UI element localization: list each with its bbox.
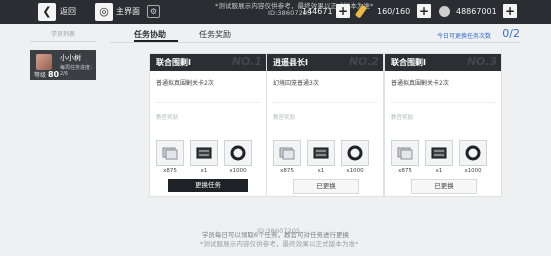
reward-list: x875 x1 x1000 bbox=[154, 140, 262, 174]
task-description: 普通拟真围剿关卡2次 bbox=[391, 80, 449, 87]
reward-quantity: x1000 bbox=[346, 168, 364, 174]
student-avatar bbox=[36, 54, 52, 70]
reward-item[interactable]: x1000 bbox=[341, 140, 369, 174]
task-title: 联合围剿Ⅰ bbox=[156, 58, 191, 67]
top-bar: ❮ 返回 ◎ 主界面 ⚙ *测试服展示内容仅供参考，最终效果以正式版本为准* I… bbox=[0, 0, 551, 24]
add-stamina-button[interactable]: + bbox=[417, 4, 431, 18]
chip-icon bbox=[431, 147, 447, 159]
ring-icon bbox=[347, 145, 363, 161]
task-number-badge: NO.2 bbox=[348, 55, 379, 68]
reward-label: 教官奖励 bbox=[391, 115, 414, 121]
manual-icon bbox=[397, 147, 413, 160]
card-header: 逍遥县长Ⅰ NO.2 bbox=[267, 54, 383, 71]
card-header: 联合围剿Ⅰ NO.3 bbox=[385, 54, 501, 71]
gold-value: 144671 bbox=[302, 7, 333, 16]
changed-status-button: 已更换 bbox=[293, 179, 359, 194]
manual-icon bbox=[279, 147, 295, 160]
refresh-count: 0/2 bbox=[502, 27, 520, 40]
sidebar-title: 学员列表 bbox=[30, 29, 96, 42]
task-title: 逍遥县长Ⅰ bbox=[273, 58, 308, 67]
reward-list: x875 x1 x1000 bbox=[389, 140, 497, 174]
reward-list: x875 x1 x1000 bbox=[271, 140, 379, 174]
tabs-divider bbox=[110, 42, 521, 43]
student-sidebar: 学员列表 小小树 每周任务进度：2/6 等级 80 bbox=[30, 26, 96, 251]
student-progress: 每周任务进度：2/6 bbox=[60, 65, 96, 77]
chip-icon bbox=[196, 147, 212, 159]
reward-item[interactable]: x1 bbox=[190, 140, 218, 174]
task-number-badge: NO.1 bbox=[231, 55, 262, 68]
footer-watermark: *测试服展示内容仅供参考，最终效果以正式版本为准* bbox=[200, 240, 359, 248]
reward-item[interactable]: x1 bbox=[425, 140, 453, 174]
student-name: 小小树 bbox=[60, 54, 81, 62]
student-card[interactable]: 小小树 每周任务进度：2/6 等级 80 bbox=[30, 50, 96, 80]
reward-item[interactable]: x1000 bbox=[224, 140, 252, 174]
task-card: 逍遥县长Ⅰ NO.2 幻境囚笼普通3次 教官奖励 x875 x1 x1000 已… bbox=[266, 53, 384, 197]
task-card: 联合围剿Ⅰ NO.3 普通拟真围剿关卡2次 教官奖励 x875 x1 x1000… bbox=[384, 53, 502, 197]
manual-icon bbox=[162, 147, 178, 160]
ring-icon bbox=[230, 145, 246, 161]
changed-status-button: 已更换 bbox=[411, 179, 477, 194]
reward-quantity: x1000 bbox=[464, 168, 482, 174]
currency-coin-icon bbox=[439, 6, 450, 17]
reward-item[interactable]: x875 bbox=[391, 140, 419, 174]
chip-icon bbox=[313, 147, 329, 159]
ring-icon bbox=[465, 145, 481, 161]
back-arrow-icon[interactable]: ❮ bbox=[38, 3, 56, 21]
reward-quantity: x875 bbox=[398, 168, 412, 174]
stamina-value: 160/160 bbox=[377, 7, 411, 16]
add-gold-button[interactable]: + bbox=[336, 4, 350, 18]
reward-quantity: x1 bbox=[435, 168, 443, 174]
reward-item[interactable]: x1000 bbox=[459, 140, 487, 174]
change-task-button[interactable]: 更换任务 bbox=[168, 179, 248, 192]
divider bbox=[391, 102, 495, 103]
reward-label: 教官奖励 bbox=[273, 115, 296, 121]
level-prefix: 等级 bbox=[34, 72, 47, 79]
reward-label: 教官奖励 bbox=[156, 115, 179, 121]
divider bbox=[273, 102, 377, 103]
footer-user-id: ID:38607205 bbox=[257, 227, 301, 235]
tab-task-assist[interactable]: 任务协助 bbox=[134, 29, 166, 40]
reward-item[interactable]: x875 bbox=[273, 140, 301, 174]
reward-quantity: x875 bbox=[280, 168, 294, 174]
reward-quantity: x1 bbox=[317, 168, 325, 174]
task-description: 普通拟真围剿关卡2次 bbox=[156, 80, 214, 87]
home-label[interactable]: 主界面 bbox=[116, 5, 140, 19]
task-card: 联合围剿Ⅰ NO.1 普通拟真围剿关卡2次 教官奖励 x875 x1 x1000… bbox=[149, 53, 267, 197]
student-level: 等级 80 bbox=[34, 70, 59, 79]
reward-quantity: x1000 bbox=[229, 168, 247, 174]
currency-value: 48867001 bbox=[456, 7, 497, 16]
reward-item[interactable]: x1 bbox=[307, 140, 335, 174]
tab-task-reward[interactable]: 任务奖励 bbox=[199, 29, 231, 40]
reward-quantity: x1 bbox=[200, 168, 208, 174]
reward-item[interactable]: x875 bbox=[156, 140, 184, 174]
level-value: 80 bbox=[47, 70, 60, 79]
add-currency-button[interactable]: + bbox=[503, 4, 517, 18]
task-number-badge: NO.3 bbox=[466, 55, 497, 68]
reward-quantity: x875 bbox=[163, 168, 177, 174]
settings-icon[interactable]: ⚙ bbox=[147, 5, 160, 18]
refresh-count-label: 今日可更换任务次数 bbox=[436, 33, 491, 40]
task-title: 联合围剿Ⅰ bbox=[391, 58, 426, 67]
home-circle-icon[interactable]: ◎ bbox=[95, 3, 113, 21]
back-label[interactable]: 返回 bbox=[60, 5, 76, 19]
task-description: 幻境囚笼普通3次 bbox=[273, 80, 319, 87]
card-header: 联合围剿Ⅰ NO.1 bbox=[150, 54, 266, 71]
divider bbox=[156, 102, 260, 103]
